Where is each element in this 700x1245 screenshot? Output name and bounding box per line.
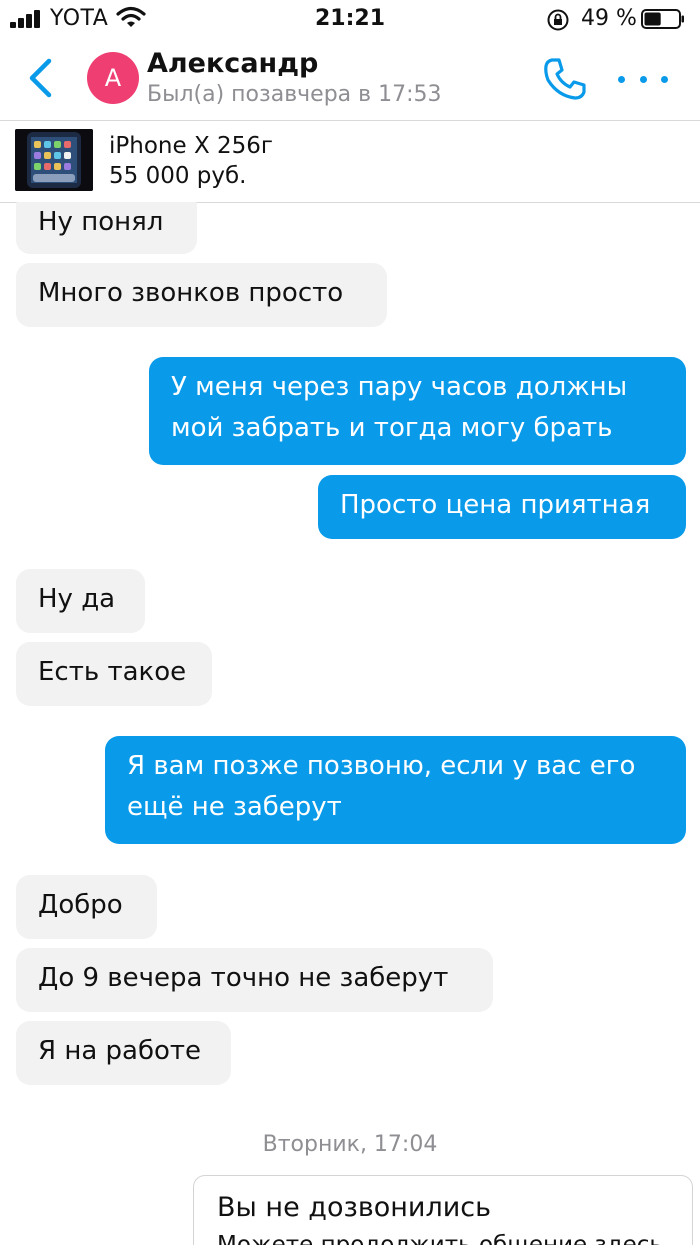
date-separator: Вторник, 17:04 bbox=[262, 1132, 438, 1157]
chevron-left-icon bbox=[29, 58, 52, 98]
back-button[interactable] bbox=[20, 56, 60, 100]
message-list[interactable]: Ну понял Много звонков просто У меня чер… bbox=[0, 202, 700, 1245]
battery-icon bbox=[641, 9, 684, 29]
status-bar: YOTA 21:21 49 % bbox=[0, 0, 700, 38]
avatar[interactable]: A bbox=[87, 52, 139, 104]
battery-percent: 49 % bbox=[581, 6, 637, 31]
message-bubble[interactable]: Просто цена приятная bbox=[318, 475, 686, 539]
listing-price: 55 000 руб. bbox=[109, 163, 247, 189]
message-bubble[interactable]: Ну понял bbox=[16, 202, 197, 254]
message-bubble[interactable]: У меня через пару часов должны мой забра… bbox=[149, 357, 686, 465]
listing-preview[interactable]: iPhone X 256г 55 000 руб. bbox=[0, 120, 700, 203]
message-bubble[interactable]: Есть такое bbox=[16, 642, 212, 706]
message-bubble[interactable]: Я на работе bbox=[16, 1021, 231, 1085]
missed-call-title: Вы не дозвонились bbox=[217, 1192, 492, 1223]
listing-thumbnail bbox=[15, 129, 93, 191]
missed-call-subtitle: Можете продолжить общение здесь bbox=[217, 1232, 663, 1245]
dot-icon bbox=[639, 75, 647, 83]
phone-screen-icon bbox=[15, 129, 93, 191]
rotation-lock-icon bbox=[547, 9, 569, 31]
message-bubble[interactable]: Я вам позже позвоню, если у вас его ещё … bbox=[105, 736, 686, 844]
dot-icon bbox=[618, 75, 625, 83]
message-bubble[interactable]: Ну да bbox=[16, 569, 145, 633]
missed-call-card[interactable]: Вы не дозвонились Можете продолжить обще… bbox=[193, 1175, 693, 1245]
message-bubble[interactable]: До 9 вечера точно не заберут bbox=[16, 948, 493, 1012]
more-options-button[interactable] bbox=[618, 62, 668, 96]
dot-icon bbox=[661, 75, 668, 83]
last-seen-status: Был(а) позавчера в 17:53 bbox=[147, 82, 442, 107]
phone-icon[interactable] bbox=[542, 56, 588, 102]
message-bubble[interactable]: Много звонков просто bbox=[16, 263, 387, 327]
contact-name[interactable]: Александр bbox=[147, 48, 318, 79]
listing-title: iPhone X 256г bbox=[109, 133, 273, 159]
chat-header: A Александр Был(а) позавчера в 17:53 bbox=[0, 38, 700, 120]
message-bubble[interactable]: Добро bbox=[16, 875, 157, 939]
